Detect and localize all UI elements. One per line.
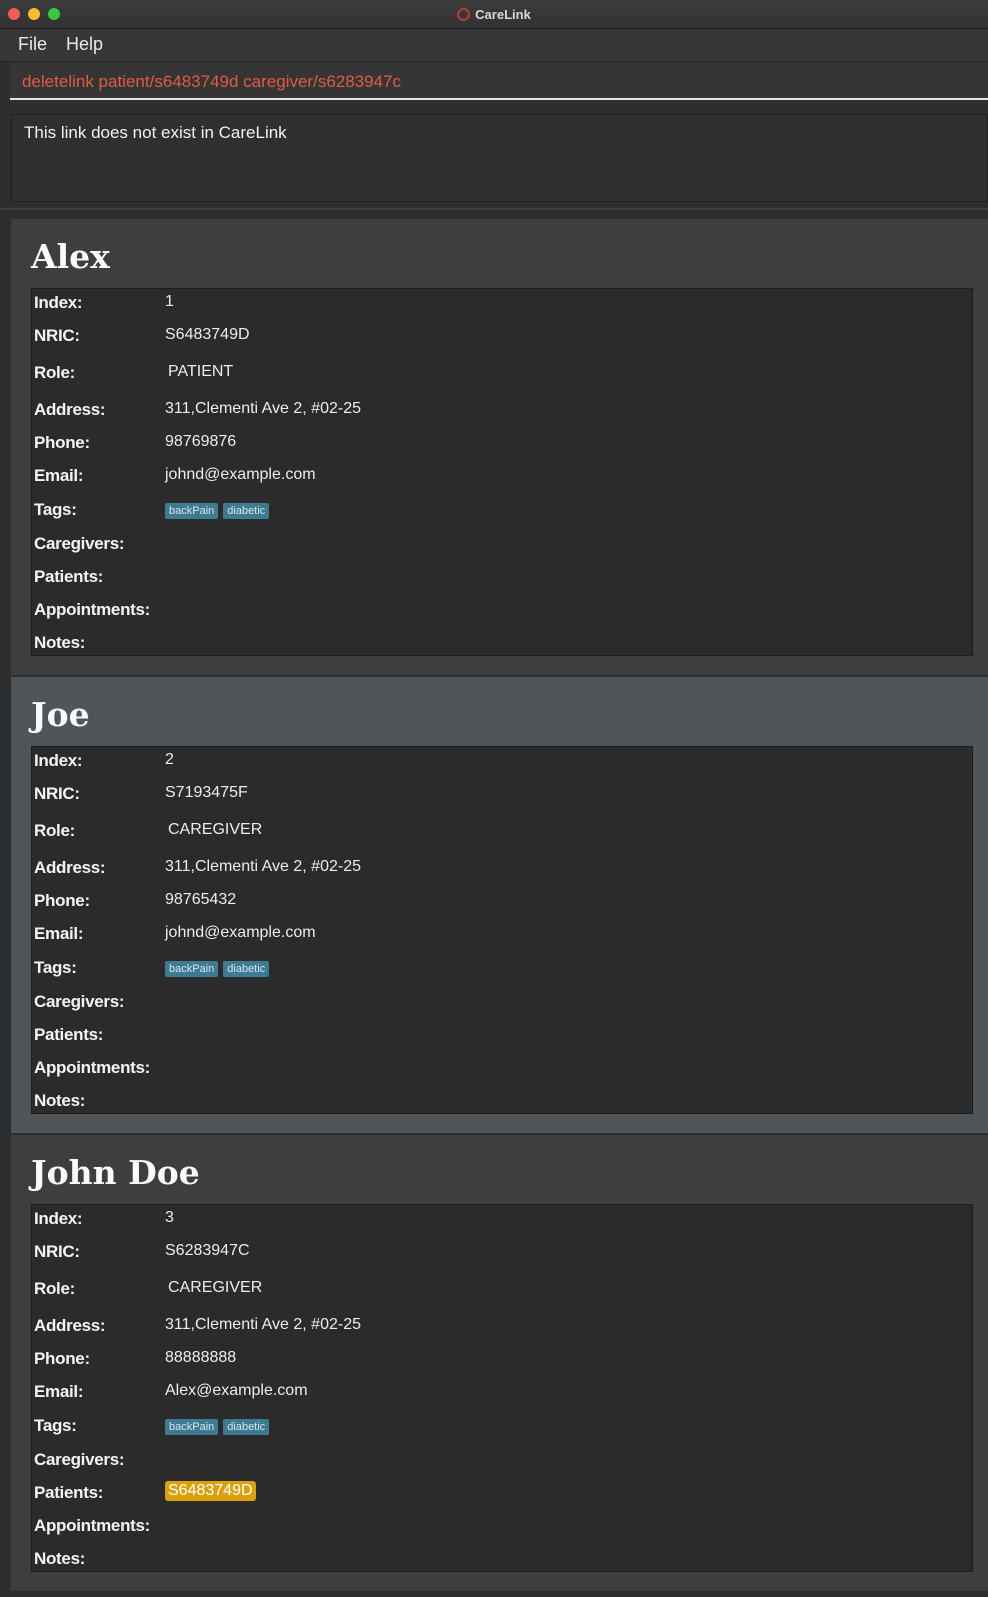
- tag-badge: backPain: [165, 502, 219, 519]
- email-value: Alex@example.com: [165, 1382, 308, 1399]
- patient-link-chip: S6483749D: [165, 1481, 256, 1501]
- address-label: Address:: [34, 858, 106, 877]
- tags-list: backPain diabetic: [165, 1418, 274, 1436]
- appointments-label: Appointments:: [34, 1058, 151, 1077]
- index-label: Index:: [34, 1209, 83, 1228]
- caregivers-label: Caregivers:: [34, 1450, 125, 1469]
- command-input[interactable]: deletelink patient/s6483749d caregiver/s…: [10, 62, 988, 100]
- tag-badge: backPain: [165, 1418, 219, 1435]
- window-title: CareLink: [0, 0, 988, 28]
- index-label: Index:: [34, 751, 83, 770]
- nric-label: NRIC:: [34, 784, 80, 803]
- email-label: Email:: [34, 924, 84, 943]
- tags-list: backPain diabetic: [165, 502, 274, 520]
- nric-label: NRIC:: [34, 326, 80, 345]
- appointments-label: Appointments:: [34, 600, 151, 619]
- tags-list: backPain diabetic: [165, 960, 274, 978]
- nric-value: S6483749D: [165, 326, 250, 343]
- result-display: This link does not exist in CareLink: [11, 114, 988, 202]
- notes-label: Notes:: [34, 633, 86, 652]
- phone-label: Phone:: [34, 891, 90, 910]
- person-details: Index: 3 NRIC: S6283947C Role: CAREGIVER Ad…: [31, 1204, 973, 1572]
- window-title-text: CareLink: [475, 6, 531, 22]
- address-value: 311,Clementi Ave 2, #02-25: [165, 858, 361, 875]
- result-message: This link does not exist in CareLink: [24, 123, 287, 142]
- index-value: 2: [165, 751, 174, 768]
- role-value: CAREGIVER: [168, 1279, 263, 1296]
- tags-label: Tags:: [34, 1416, 77, 1435]
- tags-label: Tags:: [34, 500, 77, 519]
- role-value: PATIENT: [168, 363, 234, 380]
- tag-badge: diabetic: [223, 502, 270, 519]
- appointments-label: Appointments:: [34, 1516, 151, 1535]
- patients-label: Patients:: [34, 1025, 104, 1044]
- title-bar: CareLink: [0, 0, 988, 29]
- phone-value: 98769876: [165, 433, 237, 450]
- notes-label: Notes:: [34, 1549, 86, 1568]
- tags-label: Tags:: [34, 958, 77, 977]
- role-value: CAREGIVER: [168, 821, 263, 838]
- tag-badge: backPain: [165, 960, 219, 977]
- tag-badge: diabetic: [223, 960, 270, 977]
- menu-help[interactable]: Help: [66, 34, 103, 55]
- index-value: 1: [165, 293, 174, 310]
- command-input-text: deletelink patient/s6483749d caregiver/s…: [22, 72, 401, 91]
- role-label: Role:: [34, 821, 76, 840]
- nric-label: NRIC:: [34, 1242, 80, 1261]
- person-card[interactable]: John Doe Index: 3 NRIC: S6283947C Role: CAR…: [11, 1135, 988, 1591]
- list-separator: [0, 208, 988, 210]
- address-value: 311,Clementi Ave 2, #02-25: [165, 1316, 361, 1333]
- person-details: Index: 1 NRIC: S6483749D Role: PATIENT Addr…: [31, 288, 973, 656]
- person-details: Index: 2 NRIC: S7193475F Role: CAREGIVER Ad…: [31, 746, 973, 1114]
- patients-label: Patients:: [34, 1483, 104, 1502]
- caregivers-label: Caregivers:: [34, 992, 125, 1011]
- person-card[interactable]: Alex Index: 1 NRIC: S6483749D Role: PATIENT…: [11, 219, 988, 675]
- address-label: Address:: [34, 1316, 106, 1335]
- role-label: Role:: [34, 1279, 76, 1298]
- index-label: Index:: [34, 293, 83, 312]
- person-name: Joe: [31, 695, 90, 734]
- menu-file[interactable]: File: [18, 34, 47, 55]
- phone-label: Phone:: [34, 433, 90, 452]
- address-label: Address:: [34, 400, 106, 419]
- nric-value: S6283947C: [165, 1242, 250, 1259]
- notes-label: Notes:: [34, 1091, 86, 1110]
- tag-badge: diabetic: [223, 1418, 270, 1435]
- email-value: johnd@example.com: [165, 466, 316, 483]
- person-name: John Doe: [31, 1153, 200, 1192]
- address-value: 311,Clementi Ave 2, #02-25: [165, 400, 361, 417]
- index-value: 3: [165, 1209, 174, 1226]
- phone-label: Phone:: [34, 1349, 90, 1368]
- person-name: Alex: [31, 237, 110, 276]
- phone-value: 98765432: [165, 891, 237, 908]
- email-label: Email:: [34, 466, 84, 485]
- role-label: Role:: [34, 363, 76, 382]
- patients-label: Patients:: [34, 567, 104, 586]
- nric-value: S7193475F: [165, 784, 248, 801]
- email-label: Email:: [34, 1382, 84, 1401]
- email-value: johnd@example.com: [165, 924, 316, 941]
- app-logo-icon: [457, 7, 471, 21]
- caregivers-label: Caregivers:: [34, 534, 125, 553]
- phone-value: 88888888: [165, 1349, 237, 1366]
- person-card[interactable]: Joe Index: 2 NRIC: S7193475F Role: CAREGIVE…: [11, 677, 988, 1133]
- menu-bar: File Help: [0, 29, 988, 62]
